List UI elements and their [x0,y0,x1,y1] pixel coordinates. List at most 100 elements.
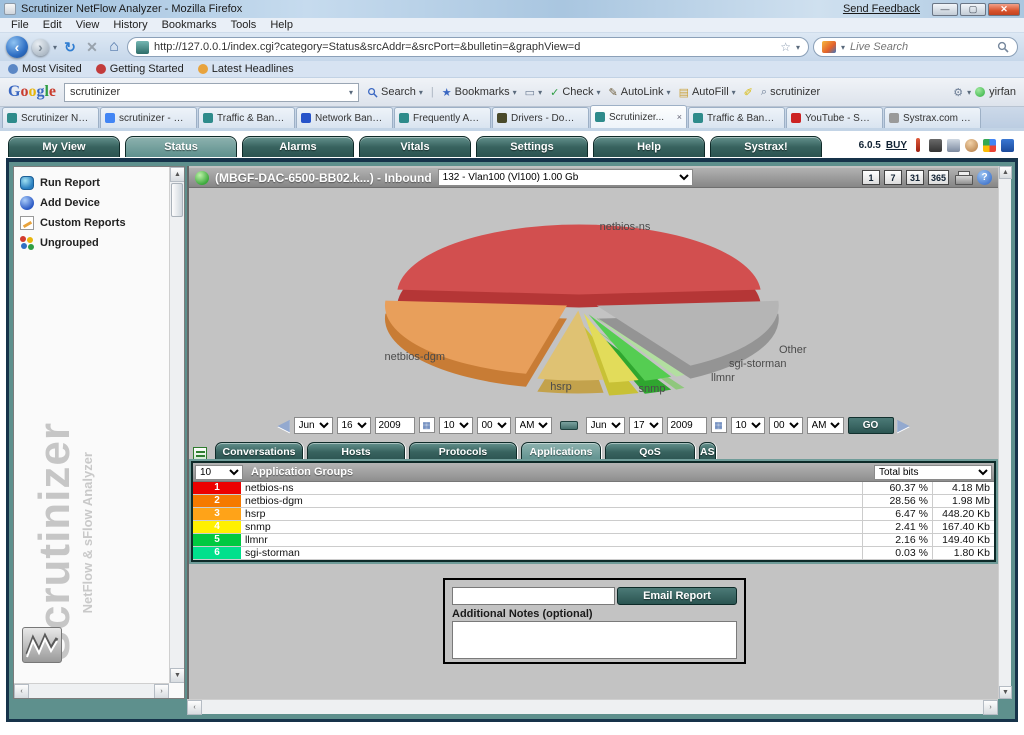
from-month-select[interactable]: Jun [294,417,333,434]
google-autolink-button[interactable]: ✎AutoLink▾ [609,86,671,99]
live-search-input[interactable] [850,41,992,53]
google-query-dropdown-icon[interactable]: ▾ [349,88,353,97]
sidebar-item-add-device[interactable]: Add Device [14,193,184,213]
to-hour-select[interactable]: 10 [731,417,765,434]
send-feedback-link[interactable]: Send Feedback [843,3,920,15]
report-subtab[interactable]: AS [699,442,716,461]
browser-tab[interactable]: Systrax.com - T... [884,107,981,128]
url-bar[interactable]: ☆ ▾ [127,37,809,57]
refresh-button[interactable]: ↻ [61,39,79,56]
menu-item[interactable]: Edit [36,19,69,31]
email-report-button[interactable]: Email Report [617,587,737,605]
user-icon[interactable] [965,139,978,152]
app-group-name[interactable]: hsrp [241,508,862,520]
from-calendar-icon[interactable]: ▦ [419,417,435,433]
report-subtab[interactable]: Protocols [409,442,517,461]
email-address-input[interactable] [452,587,615,605]
app-tab[interactable]: Alarms [242,136,354,157]
help-icon[interactable]: ? [977,170,992,185]
app-tab[interactable]: My View [8,136,120,157]
google-bookmarks-button[interactable]: ★Bookmarks▾ [442,86,517,99]
interface-select[interactable]: 132 - Vlan100 (Vl100) 1.00 Gb [438,169,693,186]
table-row[interactable]: 4 snmp 2.41 % 167.40 Kb [193,521,994,534]
range-button[interactable]: 1 [862,170,880,185]
to-ampm-select[interactable]: AM [807,417,844,434]
print-icon[interactable] [955,171,971,184]
table-row[interactable]: 5 llmnr 2.16 % 149.40 Kb [193,534,994,547]
range-button[interactable]: 365 [928,170,949,185]
search-engine-dropdown-icon[interactable]: ▾ [841,43,845,52]
to-year-input[interactable] [667,417,707,434]
back-button[interactable]: ‹ [6,36,28,58]
google-autofill-button[interactable]: ▤AutoFill▾ [679,86,736,99]
app-group-name[interactable]: netbios-dgm [241,495,862,507]
range-button[interactable]: 31 [906,170,924,185]
app-tab[interactable]: Help [593,136,705,157]
scroll-up-icon[interactable]: ▲ [999,166,1012,179]
google-account-area[interactable]: ⚙ ▾ yirfan [953,86,1016,99]
from-ampm-select[interactable]: AM [515,417,552,434]
url-dropdown-icon[interactable]: ▾ [796,43,800,52]
notes-textarea[interactable] [452,621,737,659]
computer-icon[interactable] [947,139,960,152]
app-tab[interactable]: Systrax! [710,136,822,157]
report-subtab[interactable]: Conversations [215,442,303,461]
table-row[interactable]: 2 netbios-dgm 28.56 % 1.98 Mb [193,495,994,508]
google-search-button[interactable]: Search▾ [367,86,423,98]
scroll-up-icon[interactable]: ▲ [170,167,185,182]
menu-item[interactable]: View [69,19,107,31]
app-group-name[interactable]: sgi-storman [241,547,862,559]
bookmark-item[interactable]: Most Visited [8,63,82,75]
browser-tab[interactable]: scrutinizer - Go... [100,107,197,128]
sidebar-item-custom-reports[interactable]: Custom Reports [14,213,184,233]
scroll-left-icon[interactable]: ‹ [187,700,202,715]
menu-item[interactable]: Bookmarks [155,19,224,31]
browser-tab[interactable]: Traffic & Band... [688,107,785,128]
app-group-name[interactable]: netbios-ns [241,482,862,494]
browser-tab[interactable]: Frequently Aske... [394,107,491,128]
browser-tab[interactable]: Traffic & Band... [198,107,295,128]
scroll-down-icon[interactable]: ▼ [170,668,185,683]
sidebar-item-run-report[interactable]: Run Report [14,173,184,193]
buy-link[interactable]: BUY [886,140,907,151]
scroll-right-icon[interactable]: › [983,700,998,715]
google-apps-icon[interactable] [983,139,996,152]
minimize-button[interactable]: — [932,3,958,16]
report-subtab[interactable]: QoS [605,442,695,461]
live-search-box[interactable]: ▾ [813,37,1018,57]
menu-item[interactable]: History [106,19,154,31]
app-tab[interactable]: Settings [476,136,588,157]
export-icon[interactable] [193,447,207,461]
menu-item[interactable]: File [4,19,36,31]
main-vertical-scrollbar[interactable]: ▲ ▼ [998,166,1011,699]
table-row[interactable]: 3 hsrp 6.47 % 448.20 Kb [193,508,994,521]
app-group-name[interactable]: snmp [241,521,862,533]
page-size-select[interactable]: 10 [195,465,243,480]
from-year-input[interactable] [375,417,415,434]
google-popup-blocker-button[interactable]: ▭▾ [525,86,542,99]
app-tab[interactable]: Status [125,136,237,157]
app-tab[interactable]: Vitals [359,136,471,157]
bookmark-item[interactable]: Latest Headlines [198,63,294,75]
sidebar-item-ungrouped[interactable]: Ungrouped [14,233,184,253]
main-horizontal-scrollbar[interactable]: ‹ › [187,699,998,714]
from-minute-select[interactable]: 00 [477,417,511,434]
go-button[interactable]: GO [848,417,894,434]
menu-item[interactable]: Help [263,19,300,31]
browser-tab[interactable]: Scrutinizer... × [590,105,687,128]
from-day-select[interactable]: 16 [337,417,371,434]
bookmark-star-icon[interactable]: ☆ [780,40,791,54]
to-day-select[interactable]: 17 [629,417,663,434]
search-icon[interactable] [997,41,1009,53]
scroll-left-icon[interactable]: ‹ [14,684,29,699]
google-highlighter-button[interactable]: ✐ [744,86,753,99]
url-input[interactable] [154,41,775,53]
binoculars-icon[interactable] [929,139,942,152]
metric-select[interactable]: Total bits [874,465,992,480]
history-dropdown-icon[interactable]: ▾ [53,43,57,52]
to-minute-select[interactable]: 00 [769,417,803,434]
scroll-right-icon[interactable]: › [154,684,169,699]
browser-tab[interactable]: Scrutinizer NetF... [2,107,99,128]
prev-range-icon[interactable]: ◀ [278,416,290,434]
google-search-box[interactable]: scrutinizer ▾ [64,83,359,102]
